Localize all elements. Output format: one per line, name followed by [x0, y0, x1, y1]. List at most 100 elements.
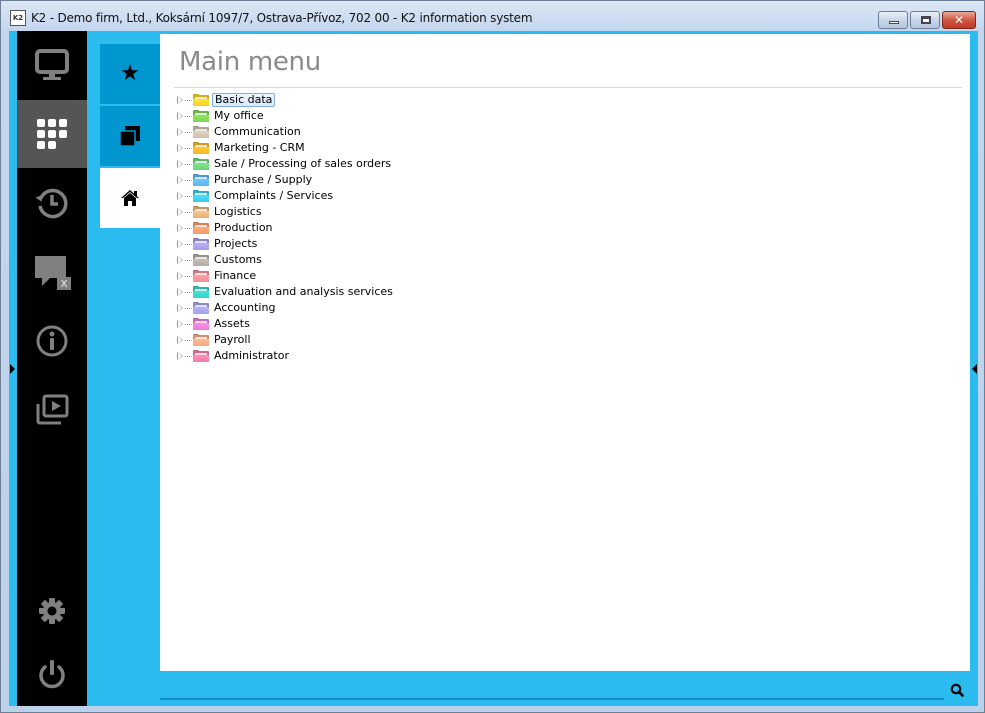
tree-item[interactable]: My office: [177, 108, 395, 124]
app-window: K2 K2 - Demo firm, Ltd., Koksární 1097/7…: [0, 0, 985, 713]
folder-icon: [193, 93, 209, 106]
folder-icon: [193, 301, 209, 314]
tree-connector: [185, 227, 193, 229]
monitor-icon: [35, 49, 69, 80]
expand-arrow-icon[interactable]: [177, 159, 184, 169]
tab-home[interactable]: [100, 168, 160, 228]
nav-media[interactable]: [17, 376, 87, 444]
nav-logout[interactable]: [17, 641, 87, 709]
client-area: X ★ Main menu Basic data My office Commu…: [9, 31, 978, 706]
tree-connector: [185, 307, 193, 309]
collapse-left-panel-arrow-icon[interactable]: [10, 364, 15, 374]
nav-messages[interactable]: X: [17, 238, 87, 306]
maximize-icon: [921, 16, 931, 24]
nav-main-menu[interactable]: [17, 100, 87, 168]
expand-arrow-icon[interactable]: [177, 223, 184, 233]
tree-item[interactable]: Complaints / Services: [177, 188, 395, 204]
collapse-right-panel-arrow-icon[interactable]: [972, 364, 977, 374]
grid-icon: [37, 119, 67, 149]
gear-icon: [39, 598, 65, 624]
tab-favorites[interactable]: ★: [100, 44, 160, 104]
minimize-button[interactable]: [878, 11, 908, 29]
expand-arrow-icon[interactable]: [177, 319, 184, 329]
video-library-icon: [36, 394, 69, 425]
tree-item-label: Communication: [214, 125, 301, 138]
tree-item-label: Complaints / Services: [214, 189, 334, 202]
tree-item[interactable]: Logistics: [177, 204, 395, 220]
folder-icon: [193, 221, 209, 234]
tree-item-label: Customs: [214, 253, 262, 266]
tree-item[interactable]: Sale / Processing of sales orders: [177, 156, 395, 172]
folder-icon: [193, 109, 209, 122]
expand-arrow-icon[interactable]: [177, 111, 184, 121]
main-menu-tree: Basic data My office Communication Marketin…: [177, 92, 395, 364]
tree-item[interactable]: Communication: [177, 124, 395, 140]
expand-arrow-icon[interactable]: [177, 239, 184, 249]
expand-arrow-icon[interactable]: [177, 191, 184, 201]
tree-connector: [185, 243, 193, 245]
tree-item[interactable]: Finance: [177, 268, 395, 284]
tree-item[interactable]: Accounting: [177, 300, 395, 316]
expand-arrow-icon[interactable]: [177, 95, 184, 105]
title-bar[interactable]: K2 K2 - Demo firm, Ltd., Koksární 1097/7…: [1, 1, 984, 31]
tree-item-label: Assets: [214, 317, 250, 330]
folder-icon: [193, 125, 209, 138]
expand-arrow-icon[interactable]: [177, 271, 184, 281]
nav-info[interactable]: [17, 307, 87, 375]
tree-item-label: Administrator: [214, 349, 289, 362]
maximize-button[interactable]: [910, 11, 940, 29]
tree-item-label: Finance: [214, 269, 257, 282]
nav-history[interactable]: [17, 169, 87, 237]
search-input[interactable]: [160, 698, 944, 700]
search-button[interactable]: [950, 682, 964, 701]
tree-item[interactable]: Purchase / Supply: [177, 172, 395, 188]
tree-connector: [185, 339, 193, 341]
folder-icon: [193, 189, 209, 202]
tree-connector: [185, 147, 193, 149]
tree-item[interactable]: Assets: [177, 316, 395, 332]
tree-item[interactable]: Production: [177, 220, 395, 236]
history-icon: [35, 188, 68, 219]
chat-badge: X: [61, 279, 68, 290]
expand-arrow-icon[interactable]: [177, 335, 184, 345]
tree-connector: [185, 99, 193, 101]
tree-item-label: Sale / Processing of sales orders: [214, 157, 392, 170]
tree-item-label: Marketing - CRM: [214, 141, 305, 154]
expand-arrow-icon[interactable]: [177, 175, 184, 185]
nav-desktop[interactable]: [17, 31, 87, 99]
expand-arrow-icon[interactable]: [177, 143, 184, 153]
home-icon: [121, 190, 139, 206]
expand-arrow-icon[interactable]: [177, 351, 184, 361]
tree-item-label: Accounting: [214, 301, 276, 314]
expand-arrow-icon[interactable]: [177, 303, 184, 313]
tree-item[interactable]: Marketing - CRM: [177, 140, 395, 156]
tree-item-label: My office: [214, 109, 264, 122]
tree-item[interactable]: Customs: [177, 252, 395, 268]
expand-arrow-icon[interactable]: [177, 287, 184, 297]
tree-item[interactable]: Basic data: [177, 92, 395, 108]
folder-icon: [193, 253, 209, 266]
expand-arrow-icon[interactable]: [177, 255, 184, 265]
tab-windows[interactable]: [100, 106, 160, 166]
tree-item[interactable]: Projects: [177, 236, 395, 252]
tree-item[interactable]: Evaluation and analysis services: [177, 284, 395, 300]
page-title: Main menu: [179, 47, 321, 77]
minimize-icon: [889, 21, 899, 24]
tree-connector: [185, 163, 193, 165]
close-button[interactable]: ✕: [942, 11, 976, 29]
expand-arrow-icon[interactable]: [177, 127, 184, 137]
k2-app-icon[interactable]: K2: [10, 10, 26, 26]
tree-item[interactable]: Administrator: [177, 348, 395, 364]
expand-arrow-icon[interactable]: [177, 207, 184, 217]
tree-item-label: Payroll: [214, 333, 251, 346]
tree-item[interactable]: Payroll: [177, 332, 395, 348]
folder-icon: [193, 269, 209, 282]
nav-settings[interactable]: [17, 577, 87, 645]
search-icon: [950, 683, 964, 697]
tree-item-label: Projects: [214, 237, 258, 250]
tree-item-label: Production: [214, 221, 273, 234]
folder-icon: [193, 157, 209, 170]
tree-connector: [185, 195, 193, 197]
tree-item-label: Purchase / Supply: [214, 173, 313, 186]
folder-icon: [193, 205, 209, 218]
